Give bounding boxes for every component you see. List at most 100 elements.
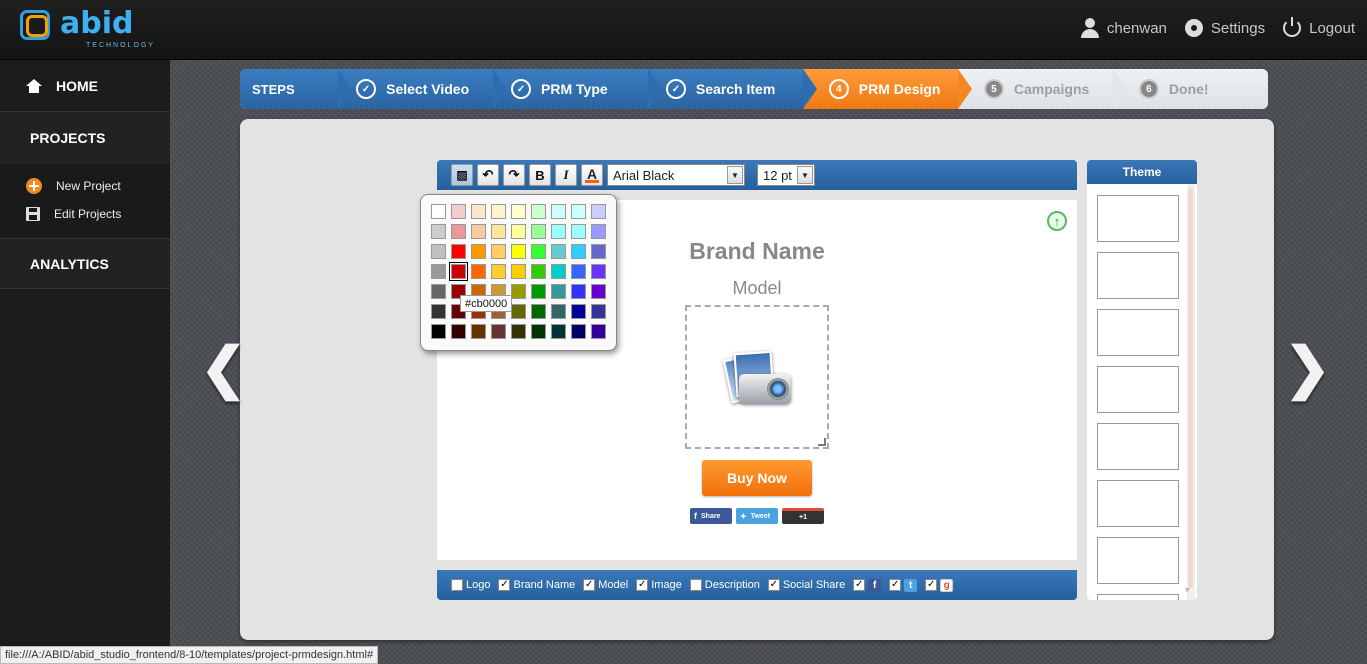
logout-link[interactable]: Logout <box>1283 17 1355 37</box>
color-swatch[interactable] <box>491 324 506 339</box>
scrollbar-thumb[interactable] <box>1188 188 1193 588</box>
color-swatch[interactable] <box>591 244 606 259</box>
step-done[interactable]: 6 Done! <box>1112 69 1268 109</box>
color-swatch[interactable] <box>531 304 546 319</box>
color-swatch[interactable] <box>591 224 606 239</box>
font-family-select[interactable]: Arial Black ▼ <box>607 164 745 186</box>
color-swatch[interactable] <box>511 244 526 259</box>
font-color-button[interactable]: A <box>581 164 603 186</box>
theme-thumbnail[interactable] <box>1097 480 1179 527</box>
twitter-tweet-button[interactable]: ✦ Tweet <box>736 508 778 524</box>
color-swatch[interactable] <box>571 284 586 299</box>
option-logo[interactable]: Logo <box>451 579 490 591</box>
color-swatch[interactable] <box>431 244 446 259</box>
twitter-checkbox[interactable]: ✓ <box>889 579 902 591</box>
option-checkbox[interactable] <box>451 579 463 591</box>
theme-thumbnail[interactable] <box>1097 195 1179 242</box>
color-swatch[interactable] <box>551 304 566 319</box>
next-arrow-icon[interactable]: ❯ <box>1284 340 1331 396</box>
color-swatch[interactable] <box>431 324 446 339</box>
color-swatch[interactable] <box>571 244 586 259</box>
color-swatch[interactable] <box>449 262 468 281</box>
color-swatch[interactable] <box>431 304 446 319</box>
color-swatch[interactable] <box>571 324 586 339</box>
color-swatch[interactable] <box>511 284 526 299</box>
color-swatch[interactable] <box>511 264 526 279</box>
step-prm-design[interactable]: 4 PRM Design <box>802 69 972 109</box>
sidebar-item-home[interactable]: HOME <box>0 60 170 112</box>
option-checkbox[interactable] <box>689 579 702 591</box>
google-plus-checkbox[interactable]: ✓ <box>925 579 938 591</box>
color-swatch[interactable] <box>571 304 586 319</box>
color-swatch[interactable] <box>591 304 606 319</box>
color-swatch[interactable] <box>551 284 566 299</box>
color-swatch[interactable] <box>571 224 586 239</box>
color-swatch[interactable] <box>551 324 566 339</box>
color-swatch[interactable] <box>471 324 486 339</box>
sidebar-item-projects[interactable]: PROJECTS <box>0 112 170 164</box>
color-swatch[interactable] <box>471 224 486 239</box>
font-size-select[interactable]: 12 pt ▼ <box>757 164 815 186</box>
theme-thumbnail[interactable] <box>1097 309 1179 356</box>
color-swatch[interactable] <box>531 204 546 219</box>
upload-icon[interactable]: ↑ <box>1047 211 1067 231</box>
fill-color-button[interactable]: ▨ <box>451 164 473 186</box>
color-swatch[interactable] <box>551 264 566 279</box>
theme-thumbnail[interactable] <box>1097 366 1179 413</box>
option-model[interactable]: ✓ Model <box>583 579 628 591</box>
option-checkbox[interactable]: ✓ <box>636 579 649 591</box>
color-swatch[interactable] <box>531 324 546 339</box>
step-campaigns[interactable]: 5 Campaigns <box>957 69 1127 109</box>
theme-scrollbar[interactable] <box>1187 184 1195 600</box>
option-checkbox[interactable]: ✓ <box>767 579 780 591</box>
prev-arrow-icon[interactable]: ❮ <box>200 340 247 396</box>
user-menu[interactable]: chenwan <box>1080 18 1167 38</box>
step-search-item[interactable]: ✓ Search Item <box>647 69 817 109</box>
option-google-plus[interactable]: ✓ g <box>925 578 954 592</box>
color-swatch[interactable] <box>491 264 506 279</box>
color-swatch[interactable] <box>471 244 486 259</box>
color-swatch[interactable] <box>491 204 506 219</box>
brand-name-text[interactable]: Brand Name <box>637 238 877 265</box>
color-swatch[interactable] <box>551 244 566 259</box>
facebook-share-button[interactable]: f Share <box>690 508 732 524</box>
color-swatch[interactable] <box>451 224 466 239</box>
color-swatch[interactable] <box>511 224 526 239</box>
color-swatch[interactable] <box>531 244 546 259</box>
color-swatch[interactable] <box>491 244 506 259</box>
resize-handle[interactable] <box>818 438 826 446</box>
color-swatch[interactable] <box>531 224 546 239</box>
theme-thumbnail[interactable] <box>1097 423 1179 470</box>
color-swatch[interactable] <box>451 244 466 259</box>
color-swatch[interactable] <box>531 284 546 299</box>
sidebar-item-edit-projects[interactable]: Edit Projects <box>0 200 170 228</box>
color-swatch[interactable] <box>511 304 526 319</box>
color-swatch[interactable] <box>471 264 486 279</box>
color-swatch[interactable] <box>451 324 466 339</box>
buy-now-button[interactable]: Buy Now <box>702 460 812 496</box>
settings-link[interactable]: Settings <box>1184 19 1265 37</box>
sidebar-item-analytics[interactable]: ANALYTICS <box>0 239 170 289</box>
model-text[interactable]: Model <box>637 278 877 299</box>
color-swatch[interactable] <box>551 204 566 219</box>
color-swatch[interactable] <box>571 264 586 279</box>
facebook-checkbox[interactable]: ✓ <box>853 579 866 591</box>
step-select-video[interactable]: ✓ Select Video <box>338 69 508 109</box>
color-swatch[interactable] <box>431 224 446 239</box>
italic-button[interactable]: I <box>555 164 577 186</box>
color-swatch[interactable] <box>531 264 546 279</box>
abid-logo[interactable]: abid TECHNOLOGY <box>20 6 153 50</box>
color-swatch[interactable] <box>591 284 606 299</box>
theme-thumbnail[interactable] <box>1097 537 1179 584</box>
option-image[interactable]: ✓ Image <box>636 579 682 591</box>
theme-thumbnail[interactable] <box>1097 252 1179 299</box>
color-swatch[interactable] <box>591 204 606 219</box>
color-swatch[interactable] <box>491 224 506 239</box>
step-prm-type[interactable]: ✓ PRM Type <box>493 69 662 109</box>
color-swatch[interactable] <box>471 204 486 219</box>
color-swatch[interactable] <box>591 264 606 279</box>
color-swatch[interactable] <box>591 324 606 339</box>
undo-button[interactable]: ↶ <box>477 164 499 186</box>
color-swatch[interactable] <box>511 324 526 339</box>
scroll-down-icon[interactable]: ▼ <box>1183 585 1192 595</box>
